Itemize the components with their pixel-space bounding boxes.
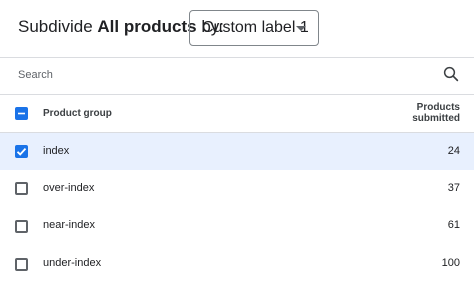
- subdivide-scope: All products: [97, 17, 197, 36]
- column-header-line2: submitted: [412, 113, 460, 124]
- row-label: over-index: [43, 182, 95, 194]
- subdivide-prefix: Subdivide: [18, 17, 93, 36]
- column-header-product-group[interactable]: Product group: [43, 108, 112, 119]
- table-header: Product group Products submitted: [0, 95, 474, 132]
- row-value: 61: [447, 219, 460, 231]
- search-input[interactable]: [18, 66, 418, 84]
- row-label: under-index: [43, 257, 102, 269]
- table-row[interactable]: over-index 37: [0, 170, 474, 207]
- row-value: 24: [447, 145, 460, 157]
- caret-down-icon: [296, 26, 306, 31]
- table-row[interactable]: near-index 61: [0, 207, 474, 244]
- row-checkbox[interactable]: [15, 220, 28, 233]
- row-value: 37: [447, 182, 460, 194]
- attribute-dropdown[interactable]: Custom label 1: [189, 10, 319, 46]
- indeterminate-checkbox-icon: [18, 112, 25, 115]
- row-value: 100: [441, 257, 460, 269]
- select-all-checkbox[interactable]: [15, 107, 28, 120]
- search-icon[interactable]: [442, 65, 460, 83]
- checkmark-icon: [16, 147, 27, 156]
- search-row: [0, 57, 474, 94]
- row-label: near-index: [43, 219, 95, 231]
- table-row[interactable]: under-index 100: [0, 245, 474, 282]
- column-header-products-submitted[interactable]: Products submitted: [412, 102, 460, 124]
- row-label: index: [43, 145, 70, 157]
- row-checkbox[interactable]: [15, 182, 28, 195]
- table-row[interactable]: index 24: [0, 133, 474, 170]
- row-checkbox[interactable]: [15, 145, 28, 158]
- dropdown-value: Custom label 1: [202, 19, 309, 36]
- subdivide-header: Subdivide All products by: Custom label …: [0, 0, 474, 57]
- column-header-line1: Products: [416, 102, 460, 113]
- row-checkbox[interactable]: [15, 258, 28, 271]
